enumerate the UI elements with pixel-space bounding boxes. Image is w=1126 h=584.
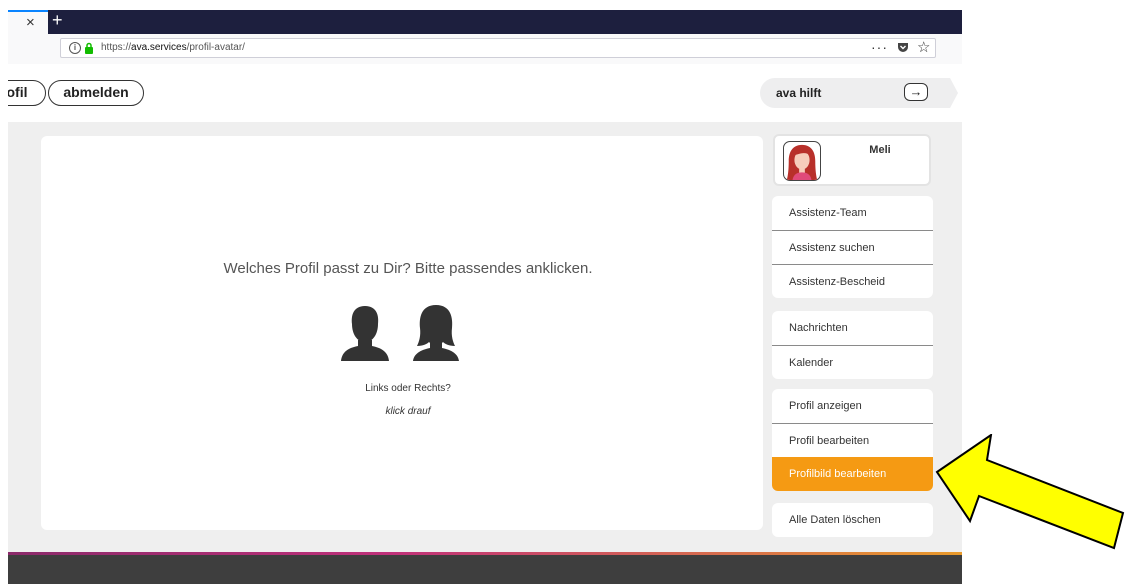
card-subhint: klick drauf [385, 406, 431, 417]
annotation-arrow-icon [935, 434, 1125, 550]
active-tab[interactable]: × [8, 10, 48, 34]
page-actions-icon[interactable]: ··· [871, 39, 888, 55]
avatar [783, 141, 821, 181]
menu-group-communication: Nachrichten Kalender [772, 311, 933, 379]
menu-item-assistenz-team[interactable]: Assistenz-Team [772, 196, 933, 230]
site-header: ofil abmelden ava hilft → [8, 64, 962, 122]
address-bar[interactable]: i https://ava.services/profil-avatar/ ··… [60, 38, 936, 58]
male-avatar-icon[interactable] [340, 304, 390, 362]
avatar-select-card: Welches Profil passt zu Dir? Bitte passe… [41, 136, 763, 530]
info-icon[interactable]: i [69, 42, 81, 54]
profile-card[interactable]: Meli [773, 134, 931, 186]
footer [8, 555, 962, 584]
menu-group-assistance: Assistenz-Team Assistenz suchen Assisten… [772, 196, 933, 298]
menu-item-profil-bearbeiten[interactable]: Profil bearbeiten [772, 423, 933, 457]
menu-item-nachrichten[interactable]: Nachrichten [772, 311, 933, 345]
url-text: https://ava.services/profil-avatar/ [101, 42, 245, 53]
female-avatar-icon[interactable] [411, 304, 461, 362]
menu-item-profil-anzeigen[interactable]: Profil anzeigen [772, 389, 933, 423]
new-tab-icon[interactable]: + [52, 10, 63, 31]
card-question: Welches Profil passt zu Dir? Bitte passe… [223, 260, 593, 277]
bookmark-star-icon[interactable]: ☆ [917, 38, 930, 56]
pocket-icon[interactable] [897, 42, 909, 53]
menu-group-profile: Profil anzeigen Profil bearbeiten Profil… [772, 389, 933, 491]
menu-group-data: Alle Daten löschen [772, 503, 933, 537]
card-hint: Links oder Rechts? [365, 383, 451, 394]
browser-window: × + i https://ava.services/profil-avatar… [8, 0, 962, 584]
profile-name: Meli [869, 144, 891, 156]
lock-icon [85, 42, 93, 54]
profil-button[interactable]: ofil [8, 80, 46, 106]
menu-item-kalender[interactable]: Kalender [772, 345, 933, 379]
menu-item-profilbild-bearbeiten[interactable]: Profilbild bearbeiten [772, 457, 933, 491]
help-label: ava hilft [776, 86, 822, 100]
close-tab-icon[interactable]: × [26, 14, 35, 31]
menu-item-alle-daten-loeschen[interactable]: Alle Daten löschen [772, 503, 933, 537]
navigation-toolbar: i https://ava.services/profil-avatar/ ··… [8, 34, 962, 65]
menu-item-assistenz-suchen[interactable]: Assistenz suchen [772, 230, 933, 264]
tab-bar: × + [8, 10, 962, 34]
help-panel-notch [950, 78, 958, 108]
help-panel[interactable]: ava hilft → [760, 78, 950, 108]
menu-item-assistenz-bescheid[interactable]: Assistenz-Bescheid [772, 264, 933, 298]
arrow-right-icon[interactable]: → [904, 83, 928, 101]
logout-button[interactable]: abmelden [48, 80, 144, 106]
